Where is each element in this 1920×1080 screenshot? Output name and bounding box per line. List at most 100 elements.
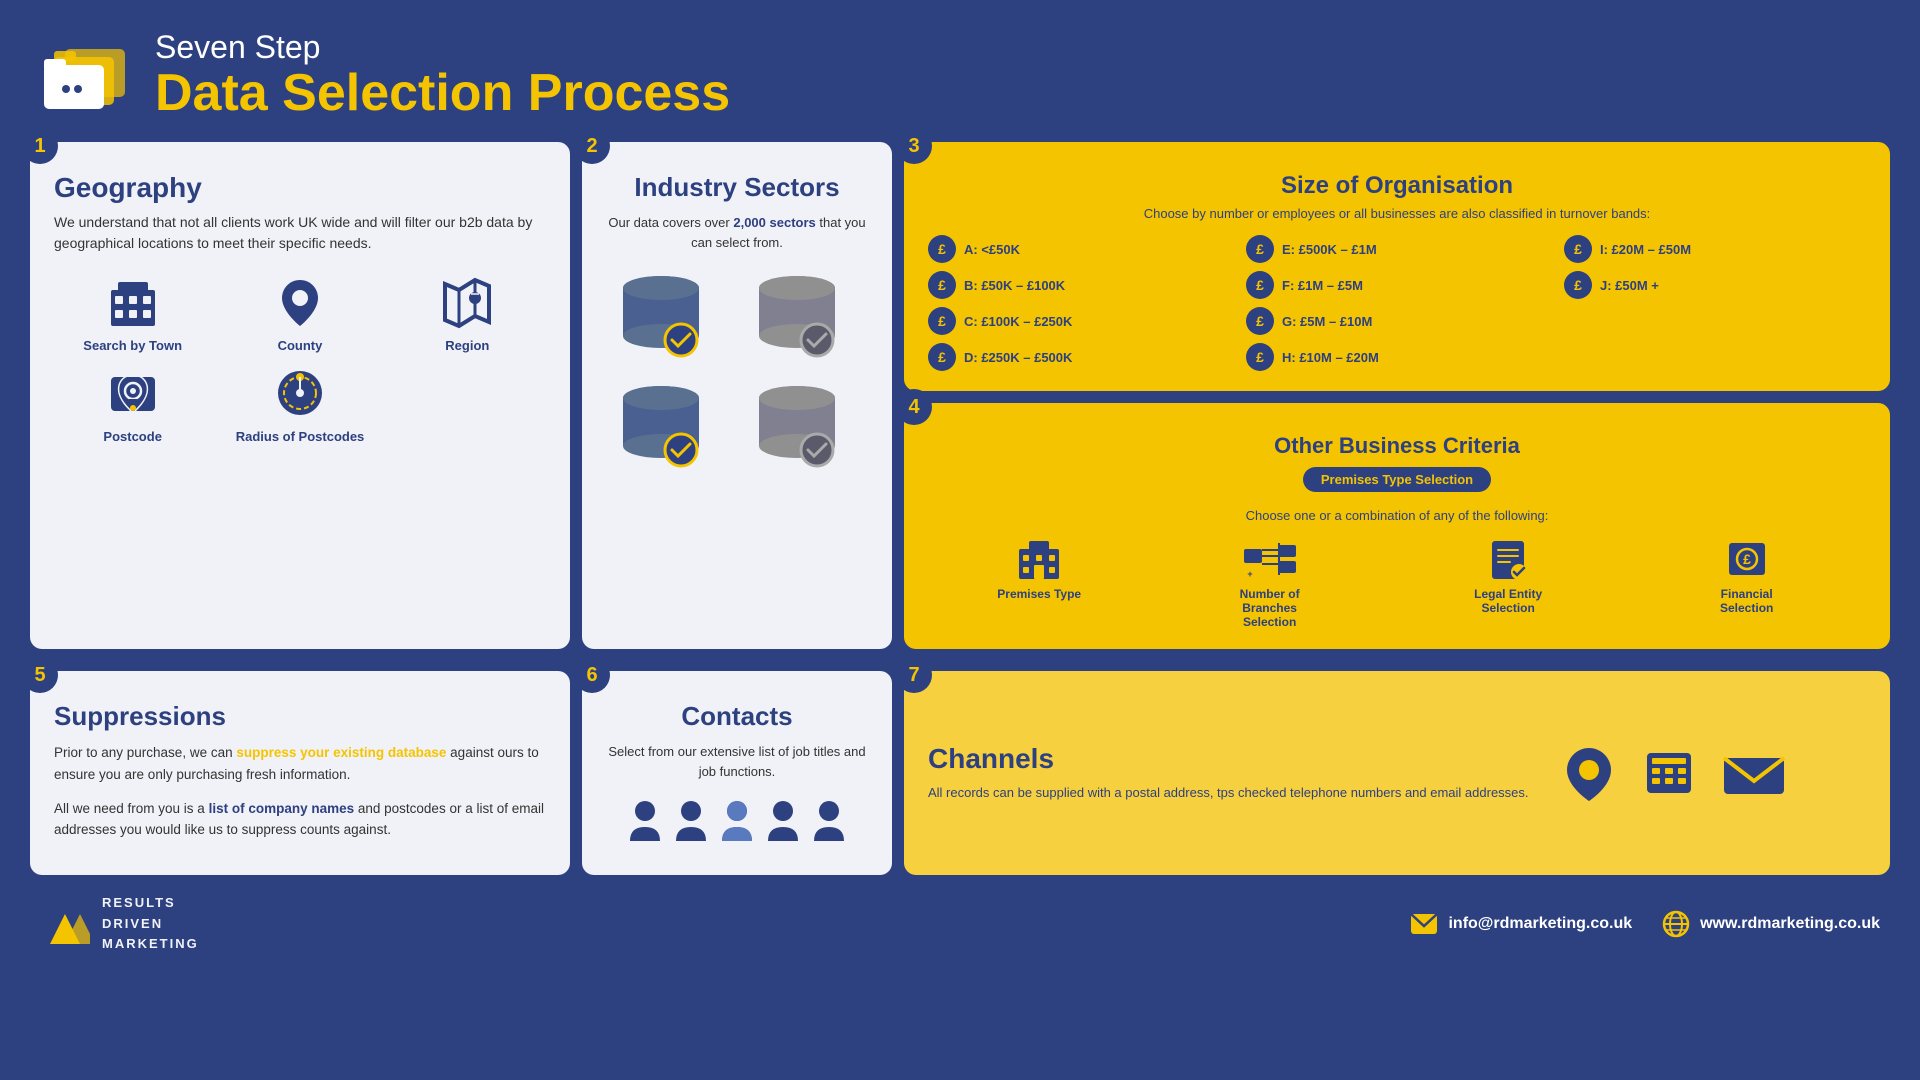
band-I: £ I: £20M – £50M <box>1564 235 1866 263</box>
building-icon <box>103 272 163 332</box>
step5-para2: All we need from you is a list of compan… <box>54 798 546 841</box>
footer: RESULTS DRIVEN MARKETING info@rdmarketin… <box>0 885 1920 963</box>
footer-website-text: www.rdmarketing.co.uk <box>1700 915 1880 933</box>
band-H-label: H: £10M – £20M <box>1282 350 1379 365</box>
database-icon-3 <box>606 378 716 478</box>
logo-line-1: RESULTS <box>102 893 199 914</box>
band-C-label: C: £100K – £250K <box>964 314 1072 329</box>
geo-radius: Radius of Postcodes <box>221 363 378 444</box>
band-G: £ G: £5M – £10M <box>1246 307 1548 335</box>
business-icons-row: Premises Type + Number of Branches Selec… <box>928 535 1866 629</box>
location-pin-icon <box>270 272 330 332</box>
step7-badge: 7 <box>896 657 932 693</box>
band-empty-2 <box>1564 343 1866 371</box>
channels-icons <box>1559 743 1789 803</box>
svg-text:+: + <box>1247 569 1252 579</box>
step6-title: Contacts <box>606 701 868 732</box>
channel-telephone-icon <box>1639 743 1699 803</box>
header-text: Seven Step Data Selection Process <box>155 30 730 122</box>
size-bands-grid: £ A: <£50K £ E: £500K – £1M £ I: £20M – … <box>928 235 1866 371</box>
step1-description: We understand that not all clients work … <box>54 212 546 254</box>
header: Seven Step Data Selection Process <box>0 0 1920 142</box>
footer-logo: RESULTS DRIVEN MARKETING <box>40 893 199 955</box>
footer-logo-text: RESULTS DRIVEN MARKETING <box>102 893 199 955</box>
biz-legal-entity: Legal Entity Selection <box>1458 535 1558 615</box>
database-icons <box>606 268 868 478</box>
step1-geography-card: 1 Geography We understand that not all c… <box>30 142 570 649</box>
band-E: £ E: £500K – £1M <box>1246 235 1548 263</box>
step3-title: Size of Organisation <box>928 172 1866 200</box>
step5-badge: 5 <box>22 657 58 693</box>
step7-channels-card: 7 Channels All records can be supplied w… <box>904 671 1890 874</box>
step6-description: Select from our extensive list of job ti… <box>606 742 868 781</box>
radius-icon <box>270 363 330 423</box>
band-C: £ C: £100K – £250K <box>928 307 1230 335</box>
geo-label-town: Search by Town <box>83 338 182 353</box>
person-icon-4 <box>764 797 802 847</box>
band-H: £ H: £10M – £20M <box>1246 343 1548 371</box>
step2-badge: 2 <box>574 128 610 164</box>
branches-icon: + <box>1242 535 1298 583</box>
company-names-highlight: list of company names <box>209 801 355 816</box>
band-G-label: G: £5M – £10M <box>1282 314 1372 329</box>
step4-title: Other Business Criteria <box>928 433 1866 459</box>
band-J: £ J: £50M + <box>1564 271 1866 299</box>
contact-person-icons <box>606 797 868 847</box>
geo-label-county: County <box>278 338 323 353</box>
geo-label-postcode: Postcode <box>103 429 162 444</box>
step2-title: Industry Sectors <box>606 172 868 203</box>
footer-globe-icon <box>1662 910 1690 938</box>
step1-badge: 1 <box>22 128 58 164</box>
footer-email: info@rdmarketing.co.uk <box>1410 913 1632 935</box>
logo-line-2: DRIVEN <box>102 914 199 935</box>
premises-type-icon <box>1015 535 1063 583</box>
band-empty-1 <box>1564 307 1866 335</box>
step6-badge: 6 <box>574 657 610 693</box>
main-grid: 1 Geography We understand that not all c… <box>0 142 1920 671</box>
step4-badge: 4 <box>896 389 932 425</box>
band-F-label: F: £1M – £5M <box>1282 278 1363 293</box>
suppress-link[interactable]: suppress your existing database <box>236 745 446 760</box>
biz-financial: £ Financial Selection <box>1697 535 1797 615</box>
geo-county: County <box>221 272 378 353</box>
postcode-icon <box>103 363 163 423</box>
step2-description: Our data covers over 2,000 sectors that … <box>606 213 868 252</box>
logo-line-3: MARKETING <box>102 934 199 955</box>
bottom-grid: 5 Suppressions Prior to any purchase, we… <box>0 671 1920 884</box>
channel-email-icon <box>1719 743 1789 803</box>
legal-entity-icon <box>1484 535 1532 583</box>
header-title: Data Selection Process <box>155 65 730 122</box>
step3-badge: 3 <box>896 128 932 164</box>
biz-legal-label: Legal Entity Selection <box>1458 587 1558 615</box>
step4-description: Choose one or a combination of any of th… <box>928 508 1866 523</box>
step5-title: Suppressions <box>54 701 546 732</box>
band-D: £ D: £250K – £500K <box>928 343 1230 371</box>
step7-title: Channels <box>928 743 1529 775</box>
premises-badge: Premises Type Selection <box>1303 467 1491 492</box>
person-icon-3-highlighted <box>718 797 756 847</box>
step4-business-card: 4 Other Business Criteria Premises Type … <box>904 403 1890 649</box>
band-D-label: D: £250K – £500K <box>964 350 1072 365</box>
band-A: £ A: <£50K <box>928 235 1230 263</box>
map-icon <box>437 272 497 332</box>
geo-region: Region <box>389 272 546 353</box>
step3-size-card: 3 Size of Organisation Choose by number … <box>904 142 1890 391</box>
database-icon-4 <box>742 378 852 478</box>
band-F: £ F: £1M – £5M <box>1246 271 1548 299</box>
footer-contact: info@rdmarketing.co.uk www.rdmarketing.c… <box>1410 910 1880 938</box>
biz-premises-type: Premises Type <box>997 535 1081 601</box>
band-B-label: B: £50K – £100K <box>964 278 1065 293</box>
geo-search-by-town: Search by Town <box>54 272 211 353</box>
step6-contacts-card: 6 Contacts Select from our extensive lis… <box>582 671 892 874</box>
step1-title: Geography <box>54 172 546 204</box>
financial-icon: £ <box>1723 535 1771 583</box>
step2-industry-card: 2 Industry Sectors Our data covers over … <box>582 142 892 649</box>
database-icon-1 <box>606 268 716 368</box>
folder-icon <box>40 41 130 111</box>
geo-postcode: Postcode <box>54 363 211 444</box>
band-B: £ B: £50K – £100K <box>928 271 1230 299</box>
channels-text: Channels All records can be supplied wit… <box>928 743 1529 804</box>
footer-website: www.rdmarketing.co.uk <box>1662 910 1880 938</box>
footer-email-text: info@rdmarketing.co.uk <box>1448 915 1632 933</box>
biz-financial-label: Financial Selection <box>1697 587 1797 615</box>
